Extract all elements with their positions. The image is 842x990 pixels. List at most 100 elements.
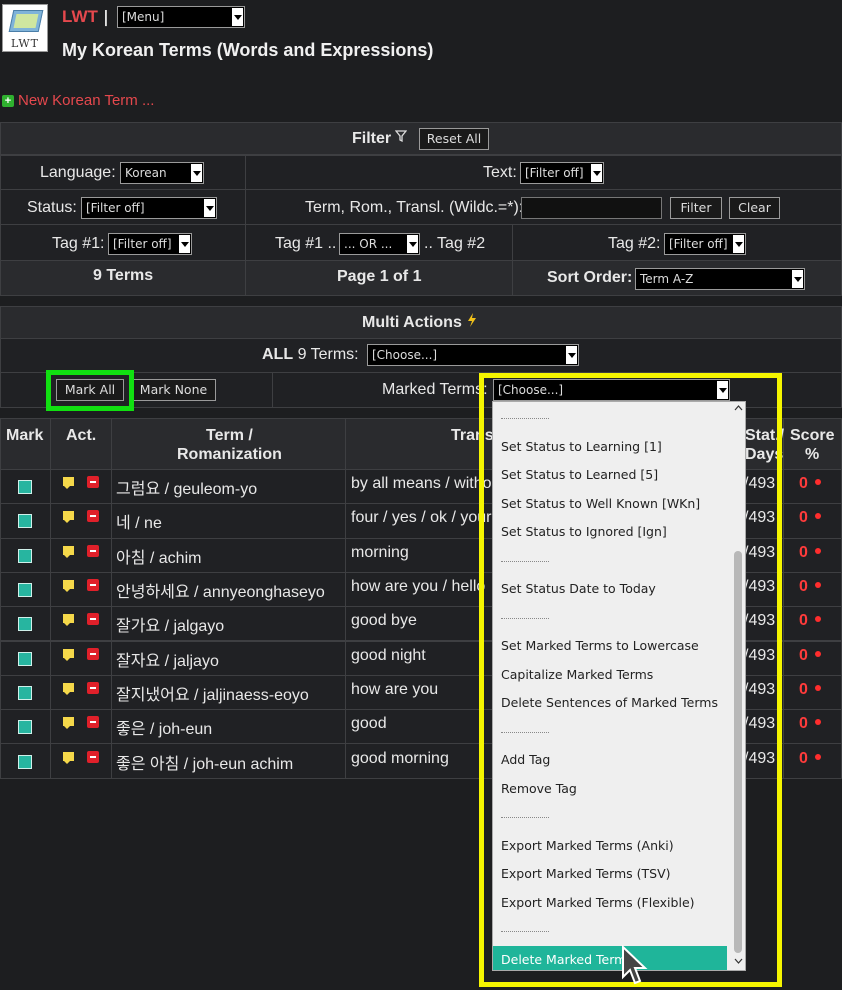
menu-select[interactable]: [Menu] — [117, 6, 245, 28]
delete-icon[interactable] — [87, 716, 99, 729]
all-count: 9 Terms: — [297, 346, 359, 363]
search-label: Term, Rom., Transl. (Wildc.=*): — [305, 199, 524, 216]
tag-combine-select[interactable]: ... OR ... — [339, 233, 420, 255]
delete-icon[interactable] — [87, 613, 99, 626]
chevron-down-icon — [191, 164, 202, 182]
page-title: My Korean Terms (Words and Expressions) — [62, 40, 434, 60]
translation-text: morning — [351, 543, 409, 561]
sort-select[interactable]: Term A-Z — [635, 268, 805, 290]
score-value: 0 — [799, 578, 808, 596]
mark-checkbox[interactable] — [18, 617, 32, 632]
mark-checkbox[interactable] — [18, 548, 32, 563]
delete-icon[interactable] — [87, 579, 99, 592]
lwt-logo[interactable]: LWT — [2, 4, 48, 52]
score-value: 0 — [799, 715, 808, 733]
translation-text: how are you / hello — [351, 578, 486, 596]
mark-checkbox[interactable] — [18, 514, 32, 529]
delete-icon[interactable] — [87, 647, 99, 660]
chevron-down-icon — [591, 164, 602, 182]
mark-checkbox[interactable] — [18, 754, 32, 769]
score-value: 0 — [799, 680, 808, 698]
chevron-down-icon — [179, 235, 190, 253]
delete-icon[interactable] — [87, 544, 99, 557]
edit-note-icon[interactable] — [63, 682, 74, 695]
edit-note-icon[interactable] — [63, 545, 74, 558]
all-action-select[interactable]: [Choose...] — [367, 344, 579, 366]
marked-terms-label: Marked Terms: — [382, 381, 488, 398]
delete-icon[interactable] — [87, 476, 99, 489]
header-term: Term / — [206, 427, 253, 444]
edit-note-icon[interactable] — [63, 580, 74, 593]
score-dot-icon — [815, 547, 821, 554]
translation-text: four / yes / ok / your — [351, 509, 492, 527]
chevron-down-icon — [566, 346, 577, 364]
score-dot-icon — [815, 684, 821, 691]
header-romanization: Romanization — [177, 446, 282, 463]
edit-note-icon[interactable] — [63, 477, 74, 490]
filter-button[interactable]: Filter — [670, 197, 722, 219]
mark-checkbox[interactable] — [18, 685, 32, 700]
reset-all-button[interactable]: Reset All — [419, 128, 489, 150]
term-text: 네 / ne — [116, 515, 162, 533]
clear-button[interactable]: Clear — [729, 197, 780, 219]
score-value: 0 — [799, 749, 808, 767]
language-label: Language: — [40, 164, 116, 181]
score-dot-icon — [815, 650, 821, 657]
translation-text: how are you — [351, 680, 439, 698]
delete-icon[interactable] — [87, 510, 99, 523]
tag2-label: Tag #2: — [608, 235, 661, 252]
tag-combine-suffix: .. Tag #2 — [424, 235, 486, 252]
language-select[interactable]: Korean — [120, 162, 204, 184]
mark-none-button[interactable]: Mark None — [131, 379, 216, 401]
edit-note-icon[interactable] — [63, 717, 74, 730]
status-label: Status: — [27, 199, 77, 216]
lightning-icon — [468, 313, 476, 327]
status-select[interactable]: [Filter off] — [81, 197, 217, 219]
tag1-label: Tag #1: — [52, 235, 105, 252]
term-text: 잘지냈어요 / jaljinaess-eoyo — [116, 686, 309, 704]
plus-icon: + — [2, 95, 14, 107]
page-info: Page 1 of 1 — [337, 268, 422, 285]
search-input[interactable] — [521, 197, 662, 219]
term-text: 잘자요 / jaljayo — [116, 652, 219, 670]
mark-checkbox[interactable] — [18, 720, 32, 735]
term-text: 좋은 아침 / joh-eun achim — [116, 755, 294, 773]
header-act: Act. — [66, 427, 97, 444]
mouse-cursor-icon — [622, 945, 648, 985]
filter-title: Filter — [352, 130, 392, 147]
chevron-down-icon — [733, 235, 744, 253]
edit-note-icon[interactable] — [63, 648, 74, 661]
delete-icon[interactable] — [87, 681, 99, 694]
mark-checkbox[interactable] — [18, 583, 32, 598]
header-separator: | — [103, 7, 109, 26]
header-score-pct: % — [805, 446, 820, 463]
score-value: 0 — [799, 646, 808, 664]
term-text: 잘가요 / jalgayo — [116, 618, 225, 636]
sort-label: Sort Order: — [547, 269, 633, 286]
app-name-link[interactable]: LWT — [62, 7, 98, 27]
translation-text: good morning — [351, 749, 449, 767]
edit-note-icon[interactable] — [63, 511, 74, 524]
translation-text: good night — [351, 646, 426, 664]
edit-note-icon[interactable] — [63, 751, 74, 764]
mark-checkbox[interactable] — [18, 651, 32, 666]
text-select[interactable]: [Filter off] — [520, 162, 604, 184]
funnel-icon — [395, 130, 407, 142]
delete-icon[interactable] — [87, 750, 99, 763]
score-value: 0 — [799, 475, 808, 493]
new-term-link[interactable]: + New Korean Term ... — [2, 92, 154, 109]
tag1-select[interactable]: [Filter off] — [108, 233, 192, 255]
header-mark: Mark — [6, 427, 44, 444]
mark-all-highlight — [46, 370, 134, 411]
edit-note-icon[interactable] — [63, 614, 74, 627]
score-dot-icon — [815, 753, 821, 760]
term-text: 그럼요 / geuleom-yo — [116, 481, 258, 499]
term-text: 좋은 / joh-eun — [116, 721, 213, 739]
tag2-select[interactable]: [Filter off] — [664, 233, 746, 255]
score-dot-icon — [815, 582, 821, 589]
chevron-down-icon — [792, 270, 803, 288]
mark-checkbox[interactable] — [18, 480, 32, 495]
header-score: Score — [790, 427, 835, 444]
multi-actions-title: Multi Actions — [362, 314, 462, 331]
score-value: 0 — [799, 612, 808, 630]
